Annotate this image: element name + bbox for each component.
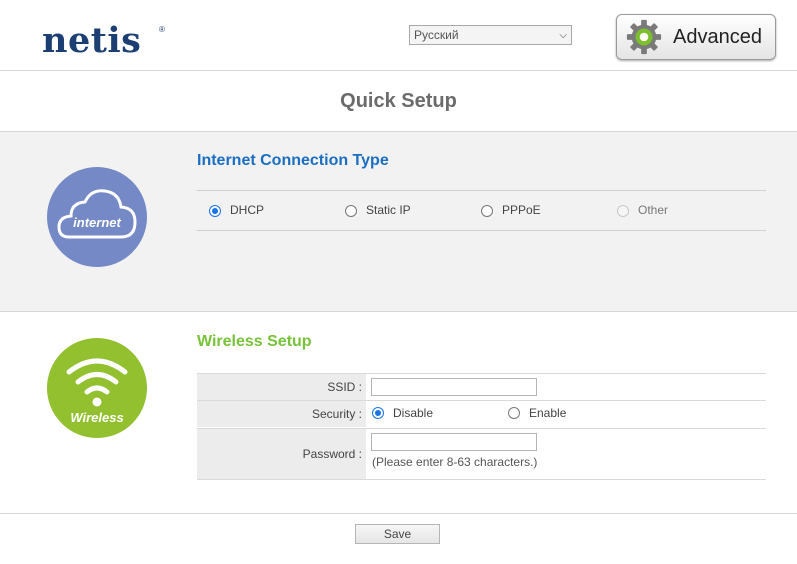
internet-row-top-line <box>197 190 766 191</box>
wireless-section-title: Wireless Setup <box>197 333 312 350</box>
other-label: Other <box>638 203 669 217</box>
internet-row-bottom-line <box>197 230 766 231</box>
chevron-down-icon: ⌵ <box>559 29 567 41</box>
pppoe-radio[interactable] <box>481 205 493 217</box>
security-enable-label: Enable <box>529 406 567 420</box>
password-input[interactable] <box>371 433 537 451</box>
dhcp-label: DHCP <box>230 203 265 217</box>
wireless-icon: Wireless <box>47 338 147 438</box>
password-label: Password : <box>197 429 366 479</box>
language-select[interactable]: Русский ⌵ <box>409 25 572 45</box>
advanced-button[interactable]: Advanced <box>616 14 776 60</box>
other-radio <box>617 205 629 217</box>
gear-icon <box>626 19 662 55</box>
security-label: Security : <box>197 401 366 427</box>
password-note: (Please enter 8-63 characters.) <box>372 455 538 469</box>
dhcp-radio[interactable] <box>209 205 221 217</box>
advanced-label: Advanced <box>673 25 762 48</box>
internet-cloud-icon: internet <box>47 167 147 267</box>
page-title: Quick Setup <box>340 90 457 112</box>
ssid-label: SSID : <box>197 374 366 400</box>
wireless-icon-label: Wireless <box>70 410 124 425</box>
static-ip-label: Static IP <box>366 203 411 217</box>
security-enable-radio[interactable] <box>508 407 520 419</box>
header-divider <box>0 70 797 71</box>
internet-icon-label: internet <box>73 215 121 230</box>
save-button[interactable]: Save <box>355 524 440 544</box>
internet-section-title: Internet Connection Type <box>197 152 389 169</box>
netis-logo: netis <box>42 20 142 61</box>
security-disable-label: Disable <box>393 406 434 420</box>
security-disable-radio[interactable] <box>372 407 384 419</box>
ssid-input[interactable] <box>371 378 537 396</box>
pppoe-label: PPPoE <box>502 203 541 217</box>
wireless-table-line-4 <box>197 479 766 480</box>
footer-divider <box>0 513 797 514</box>
static-ip-radio[interactable] <box>345 205 357 217</box>
language-selected-value: Русский <box>414 28 459 42</box>
registered-mark: ® <box>159 25 165 34</box>
